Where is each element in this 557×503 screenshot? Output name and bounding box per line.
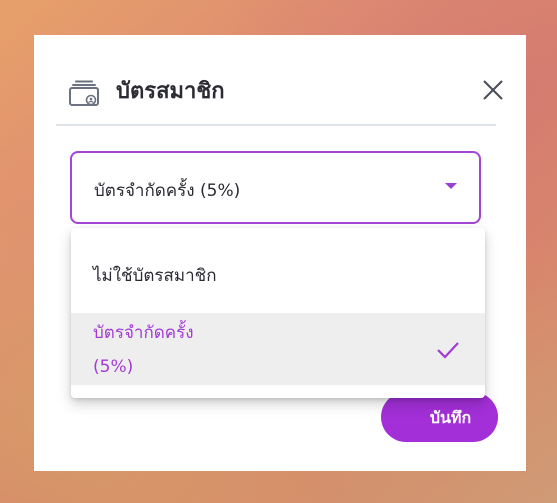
membership-card-icon (69, 80, 99, 106)
save-button-label: บันทึก (429, 408, 472, 427)
select-value: บัตรจำกัดครั้ง (5%) (94, 181, 241, 201)
option-label: ไม่ใช้บัตรสมาชิก (93, 266, 217, 286)
check-icon (437, 342, 459, 359)
option-label-line1: บัตรจำกัดครั้ง (93, 323, 194, 343)
modal-header: บัตรสมาชิก (58, 75, 503, 115)
option-no-membership-card[interactable]: ไม่ใช้บัตรสมาชิก (71, 228, 485, 313)
modal-title: บัตรสมาชิก (116, 79, 225, 104)
save-button[interactable]: บันทึก (381, 392, 498, 442)
close-icon[interactable] (478, 75, 508, 105)
option-label-line2: (5%) (93, 357, 134, 377)
dropdown-menu: ไม่ใช้บัตรสมาชิก บัตรจำกัดครั้ง (5%) (71, 228, 485, 398)
caret-down-icon (445, 183, 457, 189)
header-divider (56, 124, 496, 126)
option-limited-card[interactable]: บัตรจำกัดครั้ง (5%) (71, 313, 485, 385)
membership-card-select[interactable]: บัตรจำกัดครั้ง (5%) (70, 151, 481, 224)
